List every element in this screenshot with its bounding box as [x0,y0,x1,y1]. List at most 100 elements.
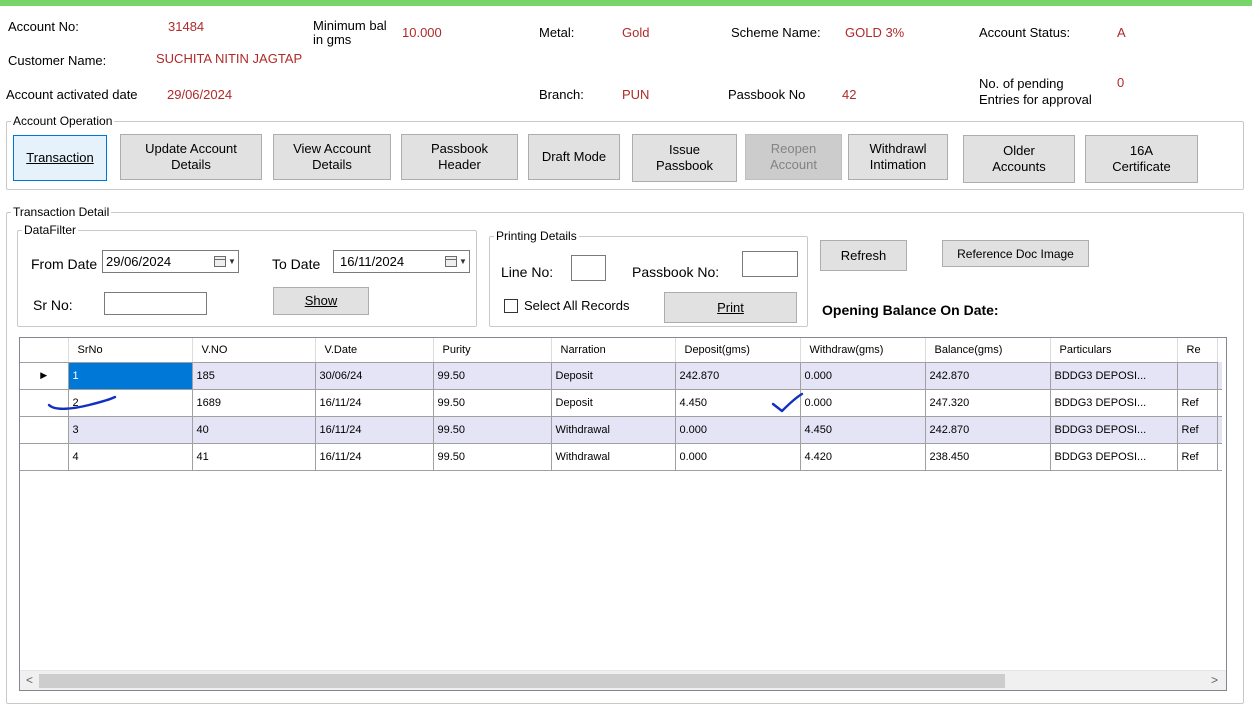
column-header-ref[interactable]: Re [1177,338,1218,363]
account-no-label: Account No: [8,19,79,34]
grid-cell-purity[interactable]: 99.50 [433,443,552,471]
grid-cell-vdate[interactable]: 16/11/24 [315,443,434,471]
scheme-value: GOLD 3% [845,25,905,40]
transaction-button[interactable]: Transaction [13,135,107,181]
grid-cell-vno[interactable]: 185 [192,362,316,390]
withdrawl-intimation-button[interactable]: Withdrawl Intimation [848,134,948,180]
select-all-records-checkbox[interactable] [504,299,518,313]
grid-cell-deposit[interactable]: 242.870 [675,362,801,390]
passbook-no-input[interactable] [742,251,798,277]
grid-cell-withdraw[interactable]: 4.420 [800,443,926,471]
grid-cell-filler [1217,362,1222,390]
line-no-input[interactable] [571,255,606,281]
view-account-details-button[interactable]: View Account Details [273,134,391,180]
column-header-narration[interactable]: Narration [551,338,676,363]
data-filter-group: DataFilter [17,224,477,327]
column-header-vno[interactable]: V.NO [192,338,316,363]
16a-certificate-button[interactable]: 16A Certificate [1085,135,1198,183]
grid-cell-particulars[interactable]: BDDG3 DEPOSI... [1050,443,1178,471]
grid-cell-purity[interactable]: 99.50 [433,416,552,444]
horizontal-scrollbar[interactable]: < > [20,670,1226,690]
metal-label: Metal: [539,25,575,40]
grid-cell-vno[interactable]: 41 [192,443,316,471]
grid-cell-deposit[interactable]: 0.000 [675,443,801,471]
table-row[interactable]: ▶ 1 185 30/06/24 99.50 Deposit 242.870 0… [20,362,1222,390]
to-date-picker[interactable]: 16/11/2024 ▼ [333,250,470,273]
row-header-cell[interactable] [20,416,69,444]
grid-cell-vdate[interactable]: 16/11/24 [315,389,434,417]
passbook-no-value: 42 [842,87,857,102]
transactions-grid[interactable]: SrNo V.NO V.Date Purity Narration Deposi… [19,337,1227,691]
table-row[interactable]: 4 41 16/11/24 99.50 Withdrawal 0.000 4.4… [20,443,1222,471]
grid-cell-filler [1217,416,1222,444]
issue-passbook-button[interactable]: Issue Passbook [632,134,737,182]
column-header-deposit[interactable]: Deposit(gms) [675,338,801,363]
scroll-left-icon[interactable]: < [26,673,33,687]
passbook-no-label: Passbook No [728,87,806,102]
sr-no-input[interactable] [104,292,207,315]
grid-cell-balance[interactable]: 242.870 [925,416,1051,444]
reference-doc-image-button[interactable]: Reference Doc Image [942,240,1089,267]
table-row[interactable]: 3 40 16/11/24 99.50 Withdrawal 0.000 4.4… [20,416,1222,444]
grid-cell-narration[interactable]: Deposit [551,389,676,417]
update-account-details-button[interactable]: Update Account Details [120,134,262,180]
from-date-picker[interactable]: 29/06/2024 ▼ [102,250,239,273]
column-header-vdate[interactable]: V.Date [315,338,434,363]
row-header-cell[interactable] [20,443,69,471]
grid-cell-srno[interactable]: 4 [68,443,193,471]
column-header-balance[interactable]: Balance(gms) [925,338,1051,363]
calendar-dropdown-icon[interactable]: ▼ [214,253,236,270]
grid-cell-balance[interactable]: 242.870 [925,362,1051,390]
grid-cell-narration[interactable]: Deposit [551,362,676,390]
metal-value: Gold [622,25,650,40]
grid-cell-vno[interactable]: 1689 [192,389,316,417]
grid-cell-ref[interactable] [1177,362,1218,390]
min-bal-label: Minimum bal in gms [313,18,387,47]
grid-cell-filler [1217,389,1222,417]
grid-cell-balance[interactable]: 238.450 [925,443,1051,471]
column-header-srno[interactable]: SrNo [68,338,193,363]
scroll-right-icon[interactable]: > [1211,673,1218,687]
grid-cell-balance[interactable]: 247.320 [925,389,1051,417]
grid-cell-withdraw[interactable]: 0.000 [800,389,926,417]
print-button-label: Print [717,299,744,315]
column-header-purity[interactable]: Purity [433,338,552,363]
passbook-header-button[interactable]: Passbook Header [401,134,518,180]
reopen-account-button[interactable]: Reopen Account [745,134,842,180]
grid-cell-ref[interactable]: Ref [1177,443,1218,471]
row-pointer-icon[interactable]: ▶ [20,362,69,390]
calendar-dropdown-icon[interactable]: ▼ [445,253,467,270]
grid-cell-particulars[interactable]: BDDG3 DEPOSI... [1050,389,1178,417]
printing-details-legend: Printing Details [496,229,577,243]
grid-cell-narration[interactable]: Withdrawal [551,416,676,444]
pen-underline-mark [47,395,117,410]
grid-cell-withdraw[interactable]: 4.450 [800,416,926,444]
grid-cell-ref[interactable]: Ref [1177,416,1218,444]
grid-cell-purity[interactable]: 99.50 [433,362,552,390]
refresh-button[interactable]: Refresh [820,240,907,271]
grid-cell-purity[interactable]: 99.50 [433,389,552,417]
sr-no-label: Sr No: [33,297,73,313]
grid-cell-withdraw[interactable]: 0.000 [800,362,926,390]
column-header-withdraw[interactable]: Withdraw(gms) [800,338,926,363]
activated-date-value: 29/06/2024 [167,87,233,102]
account-status-label: Account Status: [979,25,1071,40]
grid-cell-narration[interactable]: Withdrawal [551,443,676,471]
grid-cell-vdate[interactable]: 30/06/24 [315,362,434,390]
scrollbar-thumb[interactable] [39,674,1005,688]
draft-mode-button[interactable]: Draft Mode [528,134,620,180]
grid-cell-vdate[interactable]: 16/11/24 [315,416,434,444]
grid-cell-ref[interactable]: Ref [1177,389,1218,417]
grid-cell-deposit[interactable]: 0.000 [675,416,801,444]
grid-cell-srno[interactable]: 1 [68,362,193,390]
print-button[interactable]: Print [664,292,797,323]
older-accounts-button[interactable]: Older Accounts [963,135,1075,183]
column-header-particulars[interactable]: Particulars [1050,338,1178,363]
grid-cell-srno[interactable]: 3 [68,416,193,444]
row-header-corner [20,338,69,363]
grid-cell-particulars[interactable]: BDDG3 DEPOSI... [1050,416,1178,444]
table-row[interactable]: 2 1689 16/11/24 99.50 Deposit 4.450 0.00… [20,389,1222,417]
grid-cell-vno[interactable]: 40 [192,416,316,444]
show-button[interactable]: Show [273,287,369,315]
grid-cell-particulars[interactable]: BDDG3 DEPOSI... [1050,362,1178,390]
